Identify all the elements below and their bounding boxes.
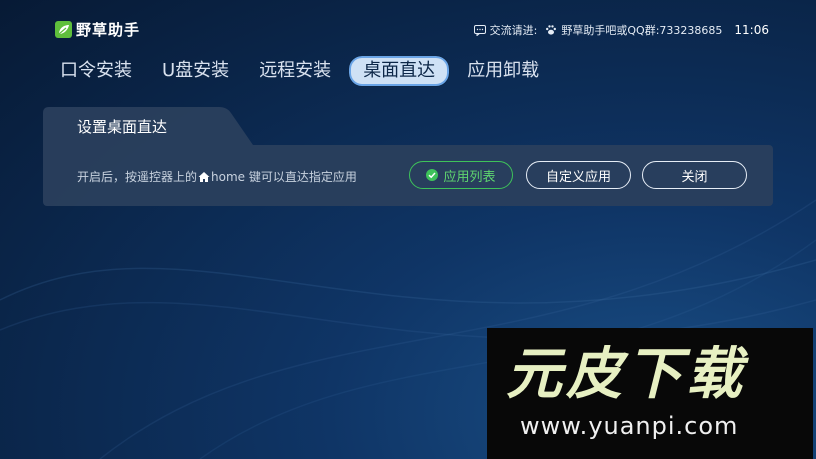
- watermark-brand: 元皮下载: [506, 342, 746, 407]
- tab-password-install[interactable]: 口令安装: [48, 56, 144, 86]
- desc-after: home 键可以直达指定应用: [211, 170, 357, 184]
- custom-app-button[interactable]: 自定义应用: [526, 161, 631, 189]
- contact-prefix: 交流请进:: [489, 24, 538, 37]
- app-list-label: 应用列表: [443, 169, 496, 185]
- leaf-icon: [55, 21, 72, 38]
- tab-usb-install[interactable]: U盘安装: [150, 56, 241, 86]
- contact-info: 交流请进: 野草助手吧或QQ群:733238685 11:06: [473, 22, 769, 38]
- check-circle-icon: [426, 169, 439, 181]
- header-bar: 野草助手 交流请进: 野草助手吧或QQ群:733238685 11:06: [0, 0, 816, 44]
- paw-icon: [546, 25, 557, 35]
- tab-app-uninstall[interactable]: 应用卸载: [455, 56, 551, 86]
- app-list-button[interactable]: 应用列表: [409, 161, 513, 189]
- contact-text: 野草助手吧或QQ群:733238685: [561, 24, 723, 37]
- panel-title: 设置桌面直达: [77, 118, 168, 136]
- app-logo: 野草助手: [55, 19, 140, 40]
- tab-desktop-direct[interactable]: 桌面直达: [348, 55, 451, 87]
- clock: 11:06: [734, 23, 769, 37]
- home-icon: [198, 171, 210, 182]
- desc-before: 开启后，按遥控器上的: [77, 170, 198, 184]
- app-name: 野草助手: [76, 21, 141, 39]
- tab-remote-install[interactable]: 远程安装: [247, 56, 343, 86]
- close-button[interactable]: 关闭: [642, 161, 747, 189]
- tab-bar: 口令安装 U盘安装 远程安装 桌面直达 应用卸载: [48, 54, 557, 88]
- watermark-url: www.yuanpi.com: [520, 412, 739, 440]
- panel-description: 开启后，按遥控器上的 home 键可以直达指定应用: [77, 168, 357, 185]
- chat-icon: [473, 24, 486, 36]
